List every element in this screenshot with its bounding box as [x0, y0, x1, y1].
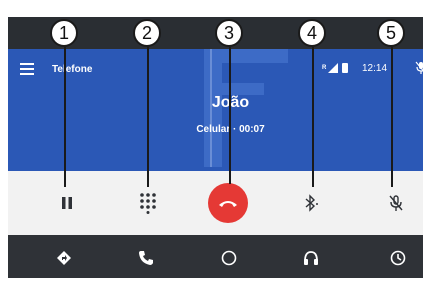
callout-line — [229, 47, 231, 184]
keypad-button[interactable] — [126, 181, 170, 225]
callout-number: 2 — [133, 19, 161, 47]
call-status: Celular · 00:07 — [196, 124, 265, 135]
nav-audio-button[interactable] — [300, 247, 322, 269]
battery-icon — [342, 63, 349, 73]
callout-line — [64, 47, 66, 187]
clock: 12:14 — [362, 63, 388, 74]
mute-button[interactable] — [374, 181, 418, 225]
mic-off-icon — [389, 195, 403, 211]
callout-line — [312, 47, 314, 187]
status-icons: R — [322, 63, 349, 73]
signal-icon — [328, 63, 339, 73]
status-header: Telefone R 12:14 — [8, 49, 423, 93]
nav-maps-button[interactable] — [53, 247, 75, 269]
end-call-button[interactable] — [206, 181, 250, 225]
figure-frame: Telefone R 12:14 João Celular · 00:07 — [0, 0, 431, 290]
callout-line — [391, 47, 393, 187]
callout-line — [147, 47, 149, 187]
android-auto-navbar — [8, 235, 423, 278]
bluetooth-icon — [305, 194, 318, 212]
pause-icon — [62, 197, 72, 209]
nav-exit-button[interactable] — [387, 247, 409, 269]
end-call-circle — [208, 183, 248, 223]
menu-icon[interactable] — [20, 63, 34, 75]
pause-button[interactable] — [45, 181, 89, 225]
hang-up-icon — [219, 201, 237, 207]
bluetooth-button[interactable] — [290, 181, 334, 225]
navigation-icon — [57, 251, 71, 265]
callout-number: 4 — [298, 19, 326, 47]
headphones-icon — [304, 251, 318, 265]
mic-off-icon — [415, 61, 423, 74]
callout-number: 1 — [50, 19, 78, 47]
nav-home-button[interactable] — [218, 247, 240, 269]
callout-number: 3 — [215, 19, 243, 47]
network-label: R — [322, 65, 327, 71]
phone-icon — [139, 251, 153, 265]
dialpad-icon — [140, 193, 156, 214]
callout-number: 5 — [377, 19, 405, 47]
home-circle-icon — [221, 250, 237, 266]
call-controls — [8, 171, 423, 235]
android-auto-screen: Telefone R 12:14 João Celular · 00:07 — [8, 49, 423, 278]
app-title: Telefone — [52, 64, 93, 75]
caller-name: João — [8, 94, 423, 112]
exit-icon — [390, 250, 406, 266]
bottom-margin — [0, 278, 431, 290]
nav-phone-button[interactable] — [135, 247, 157, 269]
